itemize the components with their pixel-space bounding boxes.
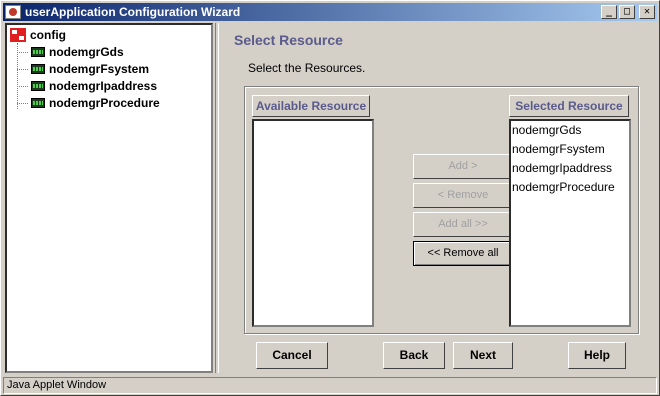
cancel-button[interactable]: Cancel <box>256 342 328 369</box>
available-resource-list[interactable] <box>252 119 374 327</box>
tree-node-config[interactable]: config <box>10 28 66 42</box>
remove-button[interactable]: < Remove <box>413 183 513 208</box>
back-button[interactable]: Back <box>383 342 445 369</box>
selected-resource-list[interactable]: nodemgrGds nodemgrFsystem nodemgrIpaddre… <box>509 119 631 327</box>
help-button[interactable]: Help <box>568 342 626 369</box>
status-bar: Java Applet Window <box>3 377 657 394</box>
close-button[interactable]: ✕ <box>639 5 655 19</box>
resource-group-box: Available Resource Add > < Remove Add al… <box>244 86 639 334</box>
tree-node-nodemgrprocedure[interactable]: nodemgrProcedure <box>17 96 160 110</box>
tree-node-nodemgripaddress[interactable]: nodemgrIpaddress <box>17 79 157 93</box>
instruction-text: Select the Resources. <box>248 61 366 75</box>
tree-node-label: nodemgrFsystem <box>49 62 150 76</box>
minimize-button[interactable]: _ <box>601 5 617 19</box>
resource-icon <box>31 98 45 108</box>
config-tree[interactable]: config nodemgrGds nodemgrFsystem nodemgr… <box>5 23 213 373</box>
list-item[interactable]: nodemgrProcedure <box>511 178 629 197</box>
remove-all-button[interactable]: << Remove all <box>413 241 513 266</box>
resource-icon <box>31 47 45 57</box>
tree-node-nodemgrgds[interactable]: nodemgrGds <box>17 45 124 59</box>
tree-node-nodemgrfsystem[interactable]: nodemgrFsystem <box>17 62 149 76</box>
tree-node-label: nodemgrIpaddress <box>49 79 158 93</box>
list-item[interactable]: nodemgrFsystem <box>511 140 629 159</box>
list-item[interactable]: nodemgrGds <box>511 121 629 140</box>
window-title: userApplication Configuration Wizard <box>25 5 241 19</box>
tree-node-label: nodemgrGds <box>49 45 124 59</box>
java-app-icon <box>5 5 21 19</box>
window-controls: _ □ ✕ <box>601 5 655 19</box>
add-all-button[interactable]: Add all >> <box>413 212 513 237</box>
add-button[interactable]: Add > <box>413 154 513 179</box>
wizard-window: userApplication Configuration Wizard _ □… <box>0 0 660 396</box>
config-icon <box>10 28 26 42</box>
next-button[interactable]: Next <box>453 342 513 369</box>
title-bar[interactable]: userApplication Configuration Wizard _ □… <box>3 3 657 21</box>
selected-resource-header: Selected Resource <box>509 95 629 117</box>
tree-node-label: config <box>30 28 66 42</box>
page-title: Select Resource <box>234 32 343 48</box>
available-resource-header: Available Resource <box>252 95 370 117</box>
split-divider[interactable] <box>215 23 219 373</box>
maximize-button[interactable]: □ <box>619 5 635 19</box>
resource-icon <box>31 81 45 91</box>
resource-panel: Select Resource Select the Resources. Av… <box>223 23 657 373</box>
resource-icon <box>31 64 45 74</box>
tree-node-label: nodemgrProcedure <box>49 96 160 110</box>
list-item[interactable]: nodemgrIpaddress <box>511 159 629 178</box>
